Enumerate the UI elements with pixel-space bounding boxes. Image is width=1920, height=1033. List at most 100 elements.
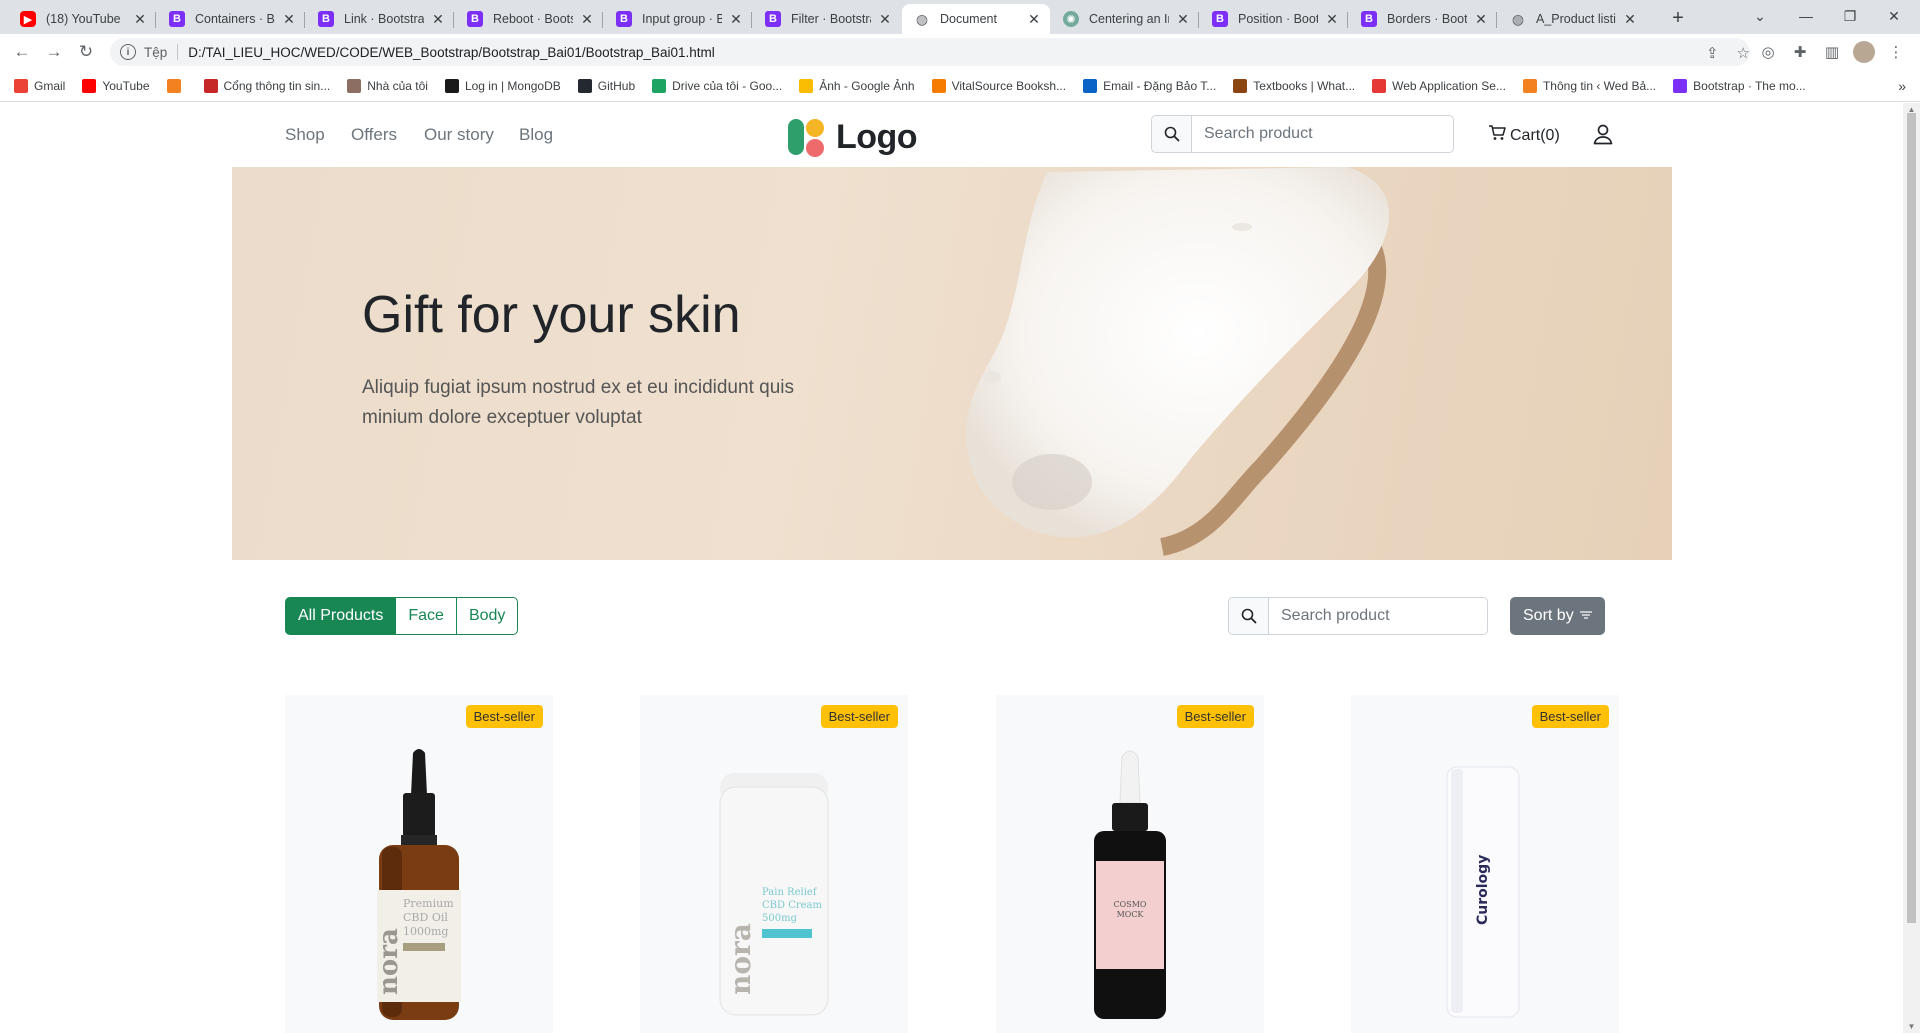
tab-title: Centering an Im bbox=[1089, 12, 1169, 26]
bookmark-item[interactable]: YouTube bbox=[82, 78, 150, 93]
filter-body-button[interactable]: Body bbox=[455, 597, 519, 635]
bookmark-item[interactable]: Email - Đặng Bảo T... bbox=[1083, 78, 1216, 93]
cart-link[interactable]: Cart(0) bbox=[1488, 125, 1560, 146]
browser-tab[interactable]: B Link · Bootstrap ✕ bbox=[306, 4, 454, 34]
reload-icon[interactable]: ↻ bbox=[74, 40, 98, 64]
profile-avatar[interactable] bbox=[1852, 40, 1876, 64]
header-search-input[interactable] bbox=[1192, 116, 1452, 152]
browser-tab[interactable]: B Position · Bootst ✕ bbox=[1200, 4, 1348, 34]
close-icon[interactable]: ✕ bbox=[1473, 11, 1489, 28]
product-image-cream-tube: nora Pain Relief CBD Cream 500mg bbox=[719, 773, 829, 1016]
category-filter-group: All Products Face Body bbox=[285, 597, 519, 635]
product-card[interactable]: COSMO MOCK Best-seller bbox=[996, 695, 1264, 1033]
extension-compass-icon[interactable]: ◎ bbox=[1756, 40, 1780, 64]
nav-link-shop[interactable]: Shop bbox=[285, 125, 325, 145]
svg-text:Pain Relief: Pain Relief bbox=[762, 887, 818, 898]
bookmark-label: Bootstrap · The mo... bbox=[1693, 78, 1806, 93]
nav-link-our-story[interactable]: Our story bbox=[424, 125, 494, 145]
close-icon[interactable]: ✕ bbox=[1026, 11, 1042, 28]
bookmark-item[interactable]: Ảnh - Google Ảnh bbox=[799, 78, 915, 93]
close-icon[interactable]: ✕ bbox=[877, 11, 893, 28]
bookmark-item[interactable]: Textbooks | What... bbox=[1233, 78, 1355, 93]
browser-tab[interactable]: B Reboot · Bootstr ✕ bbox=[455, 4, 603, 34]
tab-title: Reboot · Bootstr bbox=[493, 12, 573, 26]
star-bookmark-icon[interactable]: ☆ bbox=[1737, 44, 1750, 62]
close-window-icon[interactable]: ✕ bbox=[1874, 4, 1914, 28]
bookmark-item[interactable]: Bootstrap · The mo... bbox=[1673, 78, 1806, 93]
bookmark-item[interactable]: VitalSource Booksh... bbox=[931, 78, 1066, 93]
bookmark-item[interactable]: GitHub bbox=[577, 78, 635, 93]
address-bar[interactable]: i Tệp D:/TAI_LIEU_HOC/WED/CODE/WEB_Boots… bbox=[110, 38, 1750, 66]
bookmark-item[interactable]: Drive của tôi - Goo... bbox=[652, 78, 782, 93]
cart-label: Cart(0) bbox=[1510, 126, 1560, 144]
sort-by-button[interactable]: Sort by bbox=[1510, 597, 1605, 635]
browser-tab[interactable]: B Containers · Boo ✕ bbox=[157, 4, 305, 34]
search-icon[interactable] bbox=[1152, 116, 1192, 152]
restore-icon[interactable]: ❐ bbox=[1830, 4, 1870, 28]
bookmark-item[interactable] bbox=[166, 78, 187, 93]
address-scheme: Tệp bbox=[144, 44, 168, 60]
bootstrap-icon: B bbox=[765, 11, 781, 27]
minimize-icon[interactable]: — bbox=[1786, 4, 1826, 28]
tab-strip: ▶ (18) YouTube ✕ B Containers · Boo ✕ B … bbox=[0, 0, 1920, 34]
browser-tab[interactable]: ▶ (18) YouTube ✕ bbox=[8, 4, 156, 34]
browser-tab[interactable]: B Filter · Bootstrap ✕ bbox=[753, 4, 901, 34]
nav-link-offers[interactable]: Offers bbox=[351, 125, 397, 145]
site-info-icon[interactable]: i bbox=[120, 44, 136, 60]
nav-link-blog[interactable]: Blog bbox=[519, 125, 553, 145]
filter-all-products-button[interactable]: All Products bbox=[285, 597, 397, 635]
youtube-icon: ▶ bbox=[20, 11, 36, 27]
product-card[interactable]: nora Premium CBD Oil 1000mg Best-seller bbox=[285, 695, 553, 1033]
bookmark-item[interactable]: Gmail bbox=[14, 78, 65, 93]
bookmark-item[interactable]: Cổng thông tin sin... bbox=[203, 78, 330, 93]
close-icon[interactable]: ✕ bbox=[281, 11, 297, 28]
browser-tab-active[interactable]: ◍ Document ✕ bbox=[902, 4, 1050, 34]
bookmark-item[interactable]: Web Application Se... bbox=[1372, 78, 1506, 93]
page-scrollbar[interactable]: ▲ ▼ bbox=[1903, 103, 1920, 1033]
outlook-icon bbox=[1083, 78, 1098, 93]
close-icon[interactable]: ✕ bbox=[1175, 11, 1191, 28]
wordpress-icon bbox=[1522, 78, 1537, 93]
search-icon[interactable] bbox=[1229, 598, 1269, 634]
address-url[interactable]: D:/TAI_LIEU_HOC/WED/CODE/WEB_Bootstrap/B… bbox=[188, 45, 714, 60]
close-icon[interactable]: ✕ bbox=[1324, 11, 1340, 28]
product-search-input[interactable] bbox=[1269, 598, 1485, 634]
filter-face-button[interactable]: Face bbox=[395, 597, 457, 635]
product-card[interactable]: Curology Best-seller bbox=[1351, 695, 1619, 1033]
more-bookmarks-icon[interactable]: » bbox=[1898, 78, 1906, 94]
scroll-down-arrow-icon[interactable]: ▼ bbox=[1907, 1022, 1916, 1031]
bookmark-item[interactable]: Thông tin ‹ Wed Bả... bbox=[1522, 78, 1656, 93]
bootstrap-icon bbox=[1673, 78, 1688, 93]
close-icon[interactable]: ✕ bbox=[728, 11, 744, 28]
bookmark-item[interactable]: Nhà của tôi bbox=[347, 78, 428, 93]
logo-text: Logo bbox=[836, 117, 918, 156]
browser-tab[interactable]: B Input group · Bo ✕ bbox=[604, 4, 752, 34]
browser-tab[interactable]: ✺ Centering an Im ✕ bbox=[1051, 4, 1199, 34]
side-panel-icon[interactable]: ▥ bbox=[1820, 40, 1844, 64]
scrollbar-thumb[interactable] bbox=[1907, 113, 1916, 923]
user-icon[interactable] bbox=[1592, 123, 1614, 150]
browser-tab[interactable]: ◍ A_Product listin ✕ bbox=[1498, 4, 1646, 34]
bookmark-label: Ảnh - Google Ảnh bbox=[819, 78, 915, 93]
extensions-puzzle-icon[interactable]: ✚ bbox=[1788, 40, 1812, 64]
close-icon[interactable]: ✕ bbox=[430, 11, 446, 28]
forward-arrow-icon[interactable]: → bbox=[42, 40, 66, 64]
product-card[interactable]: nora Pain Relief CBD Cream 500mg Best-se… bbox=[640, 695, 908, 1033]
bootstrap-icon: B bbox=[1361, 11, 1377, 27]
close-icon[interactable]: ✕ bbox=[579, 11, 595, 28]
bookmark-item[interactable]: Log in | MongoDB bbox=[444, 78, 561, 93]
bootstrap-icon: B bbox=[169, 11, 185, 27]
best-seller-badge: Best-seller bbox=[1531, 705, 1609, 728]
close-icon[interactable]: ✕ bbox=[1622, 11, 1638, 28]
close-icon[interactable]: ✕ bbox=[132, 11, 148, 28]
share-icon[interactable]: ⇪ bbox=[1706, 44, 1719, 62]
back-arrow-icon[interactable]: ← bbox=[10, 40, 34, 64]
menu-kebab-icon[interactable]: ⋮ bbox=[1884, 40, 1908, 64]
product-search bbox=[1228, 597, 1488, 635]
tab-search-chevron-icon[interactable]: ⌄ bbox=[1740, 4, 1780, 28]
site-logo[interactable]: Logo bbox=[788, 117, 918, 157]
bootstrap-icon: B bbox=[1212, 11, 1228, 27]
svg-text:nora: nora bbox=[374, 928, 404, 995]
new-tab-plus-icon[interactable]: + bbox=[1664, 4, 1692, 32]
browser-tab[interactable]: B Borders · Bootst ✕ bbox=[1349, 4, 1497, 34]
